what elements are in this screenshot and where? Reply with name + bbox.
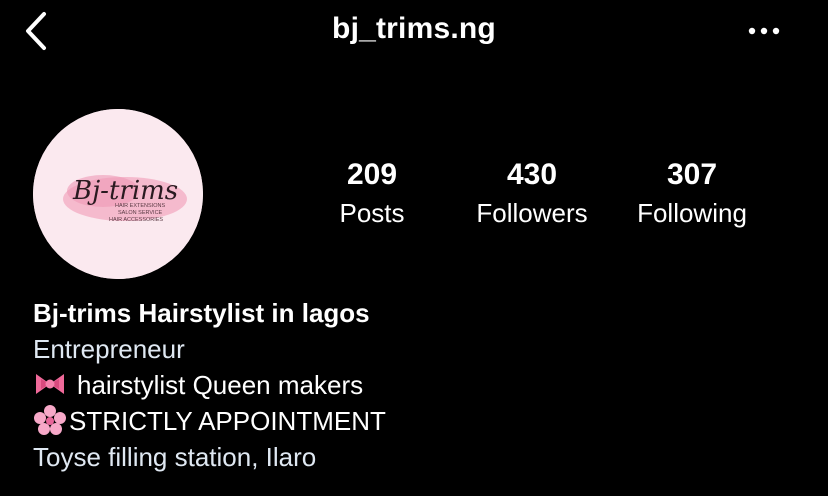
- following-count: 307: [666, 158, 718, 191]
- profile-bio: Bj-trims Hairstylist in lagos Entreprene…: [33, 295, 793, 475]
- profile-address-link[interactable]: Toyse filling station, Ilaro: [33, 439, 793, 475]
- posts-label: Posts: [339, 198, 405, 228]
- profile-category: Entrepreneur: [33, 334, 185, 364]
- followers-count: 430: [506, 158, 558, 191]
- following-stat[interactable]: 307 Following: [612, 156, 772, 232]
- svg-text:HAIR EXTENSIONS: HAIR EXTENSIONS: [115, 203, 165, 209]
- brand-logo: Bj-trims HAIR EXTENSIONS SALON SERVICE H…: [33, 109, 203, 279]
- more-horizontal-icon: [748, 27, 780, 35]
- profile-display-name: Bj-trims Hairstylist in lagos: [33, 298, 370, 328]
- posts-stat[interactable]: 209 Posts: [292, 156, 452, 232]
- profile-avatar[interactable]: Bj-trims HAIR EXTENSIONS SALON SERVICE H…: [33, 109, 203, 279]
- bio-line-2-text: STRICTLY APPOINTMENT: [69, 406, 386, 436]
- top-bar: bj_trims.ng: [0, 0, 828, 62]
- following-label: Following: [637, 198, 747, 228]
- followers-stat[interactable]: 430 Followers: [452, 156, 612, 232]
- svg-text:HAIR ACCESSORIES: HAIR ACCESSORIES: [109, 217, 163, 223]
- more-options-button[interactable]: [740, 16, 788, 46]
- profile-username: bj_trims.ng: [332, 12, 496, 45]
- bio-line-2: STRICTLY APPOINTMENT: [33, 403, 793, 439]
- posts-count: 209: [346, 158, 398, 191]
- followers-label: Followers: [476, 198, 588, 228]
- cherry-blossom-emoji: [34, 405, 66, 435]
- svg-text:SALON SERVICE: SALON SERVICE: [118, 210, 163, 216]
- svg-text:Bj-trims: Bj-trims: [72, 176, 178, 206]
- bio-line-1: hairstylist Queen makers: [33, 367, 793, 403]
- bio-line-1-text: hairstylist Queen makers: [77, 370, 364, 400]
- ribbon-emoji: [36, 374, 64, 394]
